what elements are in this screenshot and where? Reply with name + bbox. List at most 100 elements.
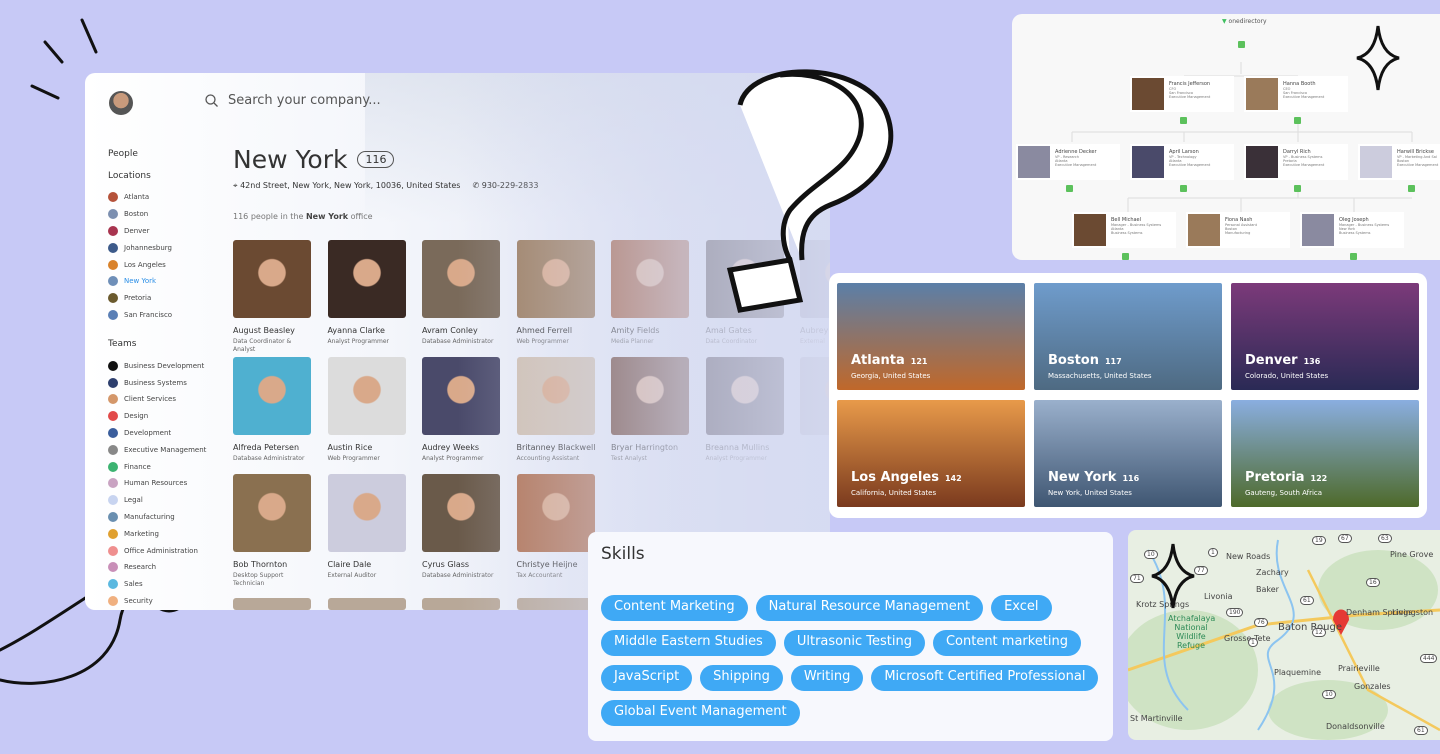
sidebar-team-office-administration[interactable]: Office Administration	[108, 542, 218, 559]
sidebar-location-pretoria[interactable]: Pretoria	[108, 290, 218, 307]
org-node[interactable]: Fiona Nash Personal Assistant Boston Manufa…	[1186, 212, 1290, 248]
org-team: Executive Management	[1283, 95, 1325, 99]
person-card[interactable]: August Beasley Data Coordinator & Analyst	[233, 240, 313, 354]
expand-button[interactable]	[1408, 185, 1415, 192]
org-node[interactable]: Hanna Booth CEO San Francisco Executive Man…	[1244, 76, 1348, 112]
sidebar-location-atlanta[interactable]: Atlanta	[108, 189, 218, 206]
skill-chip[interactable]: JavaScript	[601, 665, 693, 691]
org-node[interactable]: Harwill Brickse VP - Marketing And Sal Bos…	[1358, 144, 1440, 180]
skill-chip[interactable]: Content marketing	[932, 630, 1082, 656]
sidebar-team-business-development[interactable]: Business Development	[108, 357, 218, 374]
org-node[interactable]: Bell Michael Manager - Business Systems At…	[1072, 212, 1176, 248]
expand-button[interactable]	[1350, 253, 1357, 260]
map-label: Pine Grove	[1390, 550, 1434, 559]
search-input[interactable]: Search your company...	[228, 93, 381, 108]
org-node[interactable]: Oleg Joseph Manager - Business Systems New…	[1300, 212, 1404, 248]
city-tile-boston[interactable]: Boston 117 Massachusetts, United States	[1034, 283, 1222, 390]
sidebar-item-label: Client Services	[124, 395, 177, 404]
org-node[interactable]: Adrienne Decker VP - Research Atlanta Execu…	[1016, 144, 1120, 180]
sidebar-team-security[interactable]: Security	[108, 593, 218, 610]
sidebar-team-manufacturing[interactable]: Manufacturing	[108, 509, 218, 526]
sidebar-team-client-services[interactable]: Client Services	[108, 391, 218, 408]
person-card[interactable]: Ayanna Clarke Analyst Programmer	[327, 240, 408, 346]
person-photo[interactable]	[422, 598, 500, 610]
org-photo	[1302, 214, 1334, 246]
sidebar-team-human-resources[interactable]: Human Resources	[108, 475, 218, 492]
org-node[interactable]: Francis Jefferson CFO San Francisco Executi…	[1130, 76, 1234, 112]
expand-button[interactable]	[1180, 117, 1187, 124]
city-name: Los Angeles 142	[851, 470, 962, 485]
person-card[interactable]: Breanna Mullins Analyst Programmer	[705, 357, 786, 463]
sidebar-location-san-francisco[interactable]: San Francisco	[108, 307, 218, 324]
skill-chip[interactable]: Global Event Management	[601, 700, 800, 726]
sidebar-team-marketing[interactable]: Marketing	[108, 525, 218, 542]
expand-button[interactable]	[1238, 41, 1245, 48]
person-card[interactable]: Alfreda Petersen Database Administrator	[233, 357, 313, 463]
person-card[interactable]: Audrey Weeks Analyst Programmer	[422, 357, 502, 463]
sidebar-team-legal[interactable]: Legal	[108, 492, 218, 509]
city-tile-atlanta[interactable]: Atlanta 121 Georgia, United States	[837, 283, 1025, 390]
sidebar-people[interactable]: People	[108, 149, 218, 159]
phone[interactable]: ✆ 930-229-2833	[472, 181, 538, 191]
sidebar-team-business-systems[interactable]: Business Systems	[108, 374, 218, 391]
skill-chip[interactable]: Microsoft Certified Professional	[871, 665, 1099, 691]
map-label: Plaquemine	[1274, 668, 1322, 677]
expand-button[interactable]	[1066, 185, 1073, 192]
city-tile-denver[interactable]: Denver 136 Colorado, United States	[1231, 283, 1419, 390]
city-tile-pretoria[interactable]: Pretoria 122 Gauteng, South Africa	[1231, 400, 1419, 507]
search-bar[interactable]: Search your company...	[205, 93, 381, 108]
person-card[interactable]: Ahmed Ferrell Web Programmer	[516, 240, 597, 346]
map-panel[interactable]: New Roads Pine Grove Zachary Baker Livonia Kr…	[1128, 530, 1440, 740]
person-name: Britanney Blackwell	[516, 443, 596, 452]
sidebar-item-label: Johannesburg	[124, 243, 172, 252]
person-photo	[611, 357, 689, 435]
sidebar-team-development[interactable]: Development	[108, 425, 218, 442]
person-card[interactable]	[800, 357, 830, 443]
person-card[interactable]: Austin Rice Web Programmer	[327, 357, 408, 463]
org-photo	[1132, 78, 1164, 110]
expand-button[interactable]	[1294, 185, 1301, 192]
person-card[interactable]: Britanney Blackwell Accounting Assistant	[516, 357, 597, 463]
sidebar-location-denver[interactable]: Denver	[108, 223, 218, 240]
org-node[interactable]: April Larson VP - Technology Atlanta Execut…	[1130, 144, 1234, 180]
person-card[interactable]: Christye Heijne Tax Accountant	[516, 474, 597, 580]
sidebar-team-research[interactable]: Research	[108, 559, 218, 576]
org-node[interactable]: Darryl Rich VP - Business Systems Pretoria…	[1244, 144, 1348, 180]
person-photo[interactable]	[327, 598, 406, 610]
sidebar-team-finance[interactable]: Finance	[108, 458, 218, 475]
person-card[interactable]: Claire Dale External Auditor	[327, 474, 408, 580]
city-tile-new-york[interactable]: New York 116 New York, United States	[1034, 400, 1222, 507]
person-name: Christye Heijne	[516, 560, 578, 569]
skill-chip[interactable]: Shipping	[700, 665, 783, 691]
skill-chip[interactable]: Excel	[991, 595, 1052, 621]
skill-chip[interactable]: Ultrasonic Testing	[783, 630, 925, 656]
sidebar-item-label: Development	[124, 428, 172, 437]
person-card[interactable]: Avram Conley Database Administrator	[422, 240, 502, 346]
skill-chip[interactable]: Natural Resource Management	[755, 595, 984, 621]
sidebar-item-label: Manufacturing	[124, 512, 175, 521]
person-card[interactable]: Amity Fields Media Planner	[611, 240, 691, 346]
sidebar-location-boston[interactable]: Boston	[108, 206, 218, 223]
skill-chip[interactable]: Content Marketing	[601, 595, 748, 621]
skill-chip[interactable]: Writing	[790, 665, 864, 691]
map-label: Donaldsonville	[1326, 722, 1385, 731]
skill-chip[interactable]: Middle Eastern Studies	[601, 630, 776, 656]
sidebar-team-executive-management[interactable]: Executive Management	[108, 441, 218, 458]
city-tile-los-angeles[interactable]: Los Angeles 142 California, United States	[837, 400, 1025, 507]
person-card[interactable]: Cyrus Glass Database Administrator	[422, 474, 502, 580]
person-role: Database Administrator	[422, 338, 494, 345]
expand-button[interactable]	[1180, 185, 1187, 192]
sidebar-team-sales[interactable]: Sales	[108, 576, 218, 593]
person-photo[interactable]	[233, 598, 311, 610]
sidebar-team-design[interactable]: Design	[108, 408, 218, 425]
person-photo[interactable]	[516, 598, 595, 610]
expand-button[interactable]	[1294, 117, 1301, 124]
person-card[interactable]: Bryar Harrington Test Analyst	[611, 357, 691, 463]
sidebar-location-johannesburg[interactable]: Johannesburg	[108, 239, 218, 256]
sidebar-location-los-angeles[interactable]: Los Angeles	[108, 256, 218, 273]
person-card[interactable]: Bob Thornton Desktop Support Technician	[233, 474, 313, 588]
sidebar-location-new-york[interactable]: New York	[108, 273, 218, 290]
expand-button[interactable]	[1122, 253, 1129, 260]
user-avatar[interactable]	[109, 91, 133, 115]
person-name: Amity Fields	[611, 326, 660, 335]
